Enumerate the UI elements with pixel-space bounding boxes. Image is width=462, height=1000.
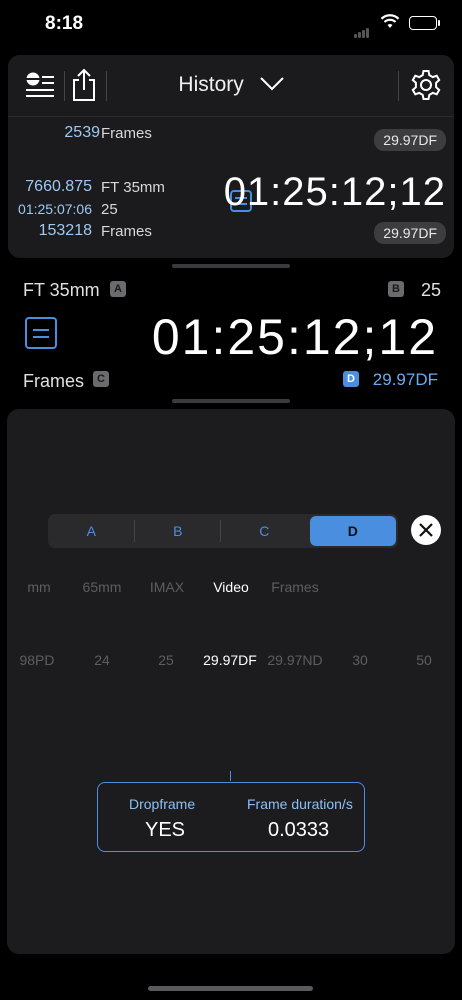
history-dropdown[interactable]: History — [8, 73, 454, 97]
dropframe-value: YES — [145, 819, 186, 841]
calculator-display: FT 35mm A B 25 01:25:12;12 Frames C D 29… — [0, 270, 462, 400]
history-feet-label: FT 35mm — [101, 179, 165, 196]
rate-option[interactable]: 25 — [158, 652, 174, 668]
rate-option[interactable]: 24 — [94, 652, 110, 668]
toolbar-divider — [398, 71, 399, 101]
key-d-badge: D — [343, 371, 359, 387]
drag-handle[interactable] — [172, 264, 290, 268]
unit-selector-panel: A B C D mm 65mm IMAX Video Frames 98PD 2… — [7, 409, 455, 954]
rate-option[interactable]: 50 — [416, 652, 432, 668]
rate-option[interactable]: 30 — [352, 652, 368, 668]
result-timecode: 01:25:12;12 — [151, 309, 438, 365]
unit-c-label[interactable]: Frames — [23, 371, 84, 392]
rate-picker[interactable]: 98PD 24 25 29.97DF 29.97ND 30 50 — [7, 652, 455, 676]
equals-icon[interactable] — [25, 317, 57, 349]
dropframe-label: Dropframe — [129, 796, 196, 812]
history-rate-badge: 29.97DF — [374, 222, 446, 244]
history-title: History — [178, 73, 244, 96]
format-option[interactable]: Frames — [271, 579, 318, 595]
history-feet-value: 7660.875 — [25, 178, 92, 195]
history-card: History 2539 Frames 29.97DF 7660.875 FT … — [8, 55, 454, 258]
history-result-timecode: 01:25:12;12 — [223, 170, 446, 214]
close-icon — [419, 523, 433, 537]
status-bar: 8:18 — [0, 0, 462, 50]
key-c-badge: C — [93, 371, 109, 387]
history-frames-label: Frames — [101, 125, 152, 142]
segment-d[interactable]: D — [309, 516, 396, 546]
battery-icon — [409, 16, 440, 30]
unit-d-rate[interactable]: 29.97DF — [373, 370, 438, 390]
unit-a-label[interactable]: FT 35mm — [23, 280, 100, 301]
format-option-selected[interactable]: Video — [213, 579, 249, 595]
home-indicator[interactable] — [148, 986, 313, 991]
format-option[interactable]: mm — [27, 579, 50, 595]
key-a-badge: A — [110, 281, 126, 297]
segment-b[interactable]: B — [135, 514, 222, 548]
format-option[interactable]: 65mm — [83, 579, 122, 595]
rate-option[interactable]: 98PD — [19, 652, 54, 668]
drag-handle[interactable] — [172, 399, 290, 403]
rate-option-selected[interactable]: 29.97DF — [203, 652, 257, 668]
status-time: 8:18 — [45, 13, 84, 34]
rate-info-box: Dropframe YES Frame duration/s 0.0333 — [97, 782, 365, 852]
selection-indicator — [230, 771, 231, 781]
history-frames-value: 153218 — [38, 222, 92, 239]
chevron-down-icon — [259, 73, 284, 97]
segment-c[interactable]: C — [221, 514, 308, 548]
unit-b-value[interactable]: 25 — [421, 280, 441, 301]
history-timecode-value: 01:25:07:06 — [18, 201, 92, 217]
key-b-badge: B — [388, 281, 404, 297]
segment-control: A B C D — [48, 514, 398, 548]
close-button[interactable] — [411, 515, 441, 545]
cellular-signal-icon — [354, 20, 370, 38]
frame-duration-value: 0.0333 — [268, 819, 330, 841]
rate-option[interactable]: 29.97ND — [267, 652, 322, 668]
format-picker[interactable]: mm 65mm IMAX Video Frames — [7, 579, 455, 603]
wifi-icon — [380, 14, 400, 35]
segment-a[interactable]: A — [48, 514, 135, 548]
gear-icon[interactable] — [406, 65, 446, 105]
history-fps-label: 25 — [101, 201, 118, 218]
history-frames-label: Frames — [101, 223, 152, 240]
format-option[interactable]: IMAX — [150, 579, 184, 595]
history-rate-badge: 29.97DF — [374, 129, 446, 151]
toolbar: History — [8, 55, 454, 117]
frame-duration-label: Frame duration/s — [247, 796, 353, 812]
history-frames-value: 2539 — [64, 124, 100, 141]
